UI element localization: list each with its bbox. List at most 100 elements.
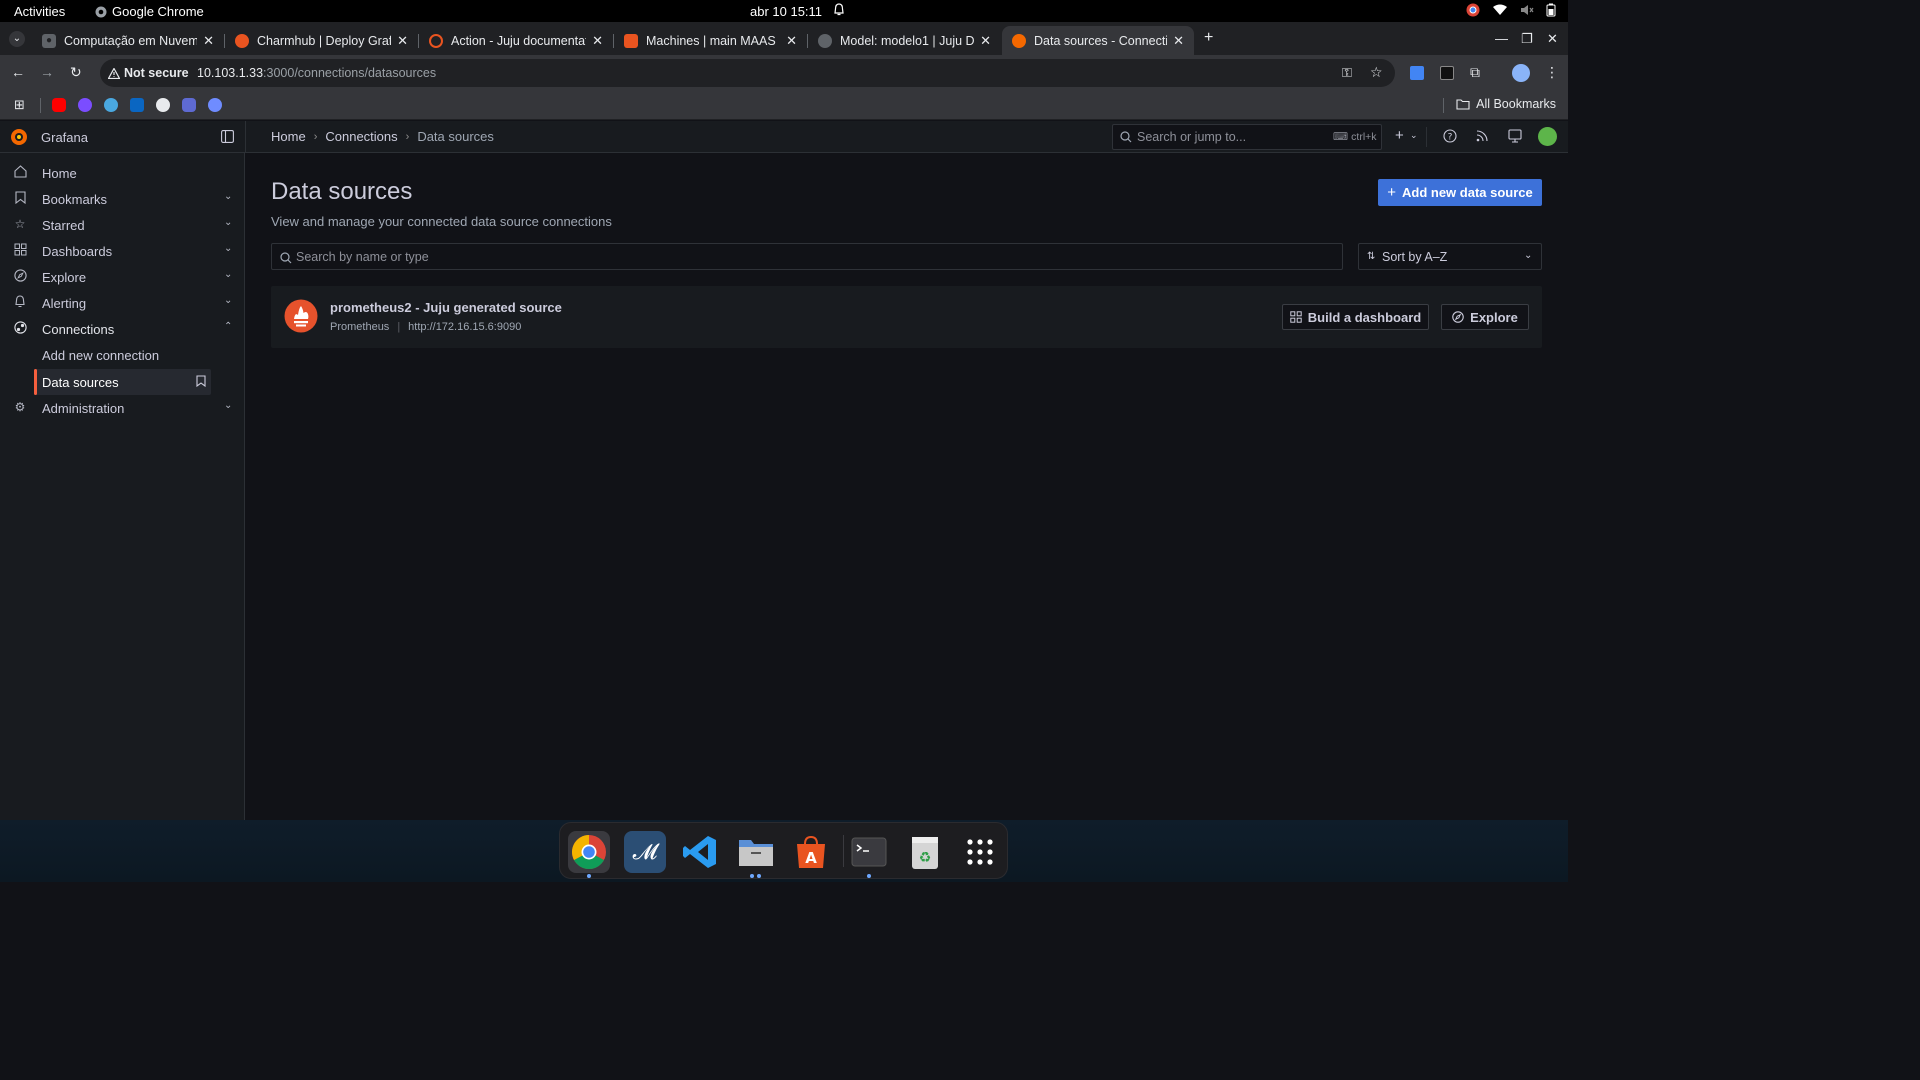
chevron-down-icon[interactable]: ⌄: [224, 191, 232, 202]
compass-icon: [13, 269, 27, 283]
help-icon[interactable]: ?: [1443, 129, 1457, 148]
chevron-down-icon[interactable]: ⌄: [224, 217, 232, 228]
sidebar-item-label: Add new connection: [42, 348, 160, 363]
tab-search-button[interactable]: ⌄: [9, 31, 25, 47]
back-icon[interactable]: ←: [11, 64, 25, 80]
system-tray[interactable]: [1466, 3, 1556, 17]
activities-button[interactable]: Activities: [14, 4, 65, 19]
translate-extension-icon[interactable]: [1410, 66, 1424, 80]
chrome-menu-icon[interactable]: ⋮: [1545, 64, 1559, 81]
chevron-down-icon[interactable]: ⌄: [224, 400, 232, 411]
sidebar-item-starred[interactable]: ☆ Starred ⌄: [0, 212, 244, 238]
apps-grid-icon[interactable]: ⊞: [14, 97, 25, 113]
sidebar-item-home[interactable]: Home: [0, 160, 244, 186]
user-avatar[interactable]: [1538, 127, 1557, 146]
chevron-down-icon[interactable]: ⌄: [224, 269, 232, 280]
breadcrumb-home[interactable]: Home: [271, 129, 306, 144]
bookmark-icon-6[interactable]: [182, 98, 196, 112]
tab-strip: ⌄ ● Computação em Nuvem ✕ Charmhub | Dep…: [0, 22, 1568, 55]
bookmark-star-icon[interactable]: ☆: [1370, 64, 1383, 81]
datasource-name[interactable]: prometheus2 - Juju generated source: [330, 300, 562, 315]
grafana-brand: Grafana: [41, 130, 88, 145]
dock-terminal[interactable]: [848, 831, 890, 873]
new-plus-icon[interactable]: +: [1395, 127, 1404, 144]
bookmark-icon[interactable]: [196, 375, 206, 390]
tab-juju-docs[interactable]: Action - Juju documentation ✕: [419, 26, 613, 55]
sidebar-item-data-sources[interactable]: Data sources: [34, 369, 211, 395]
forward-icon[interactable]: →: [40, 64, 54, 80]
close-icon[interactable]: ✕: [592, 33, 603, 49]
password-key-icon[interactable]: ⚿: [1342, 65, 1352, 81]
bookmark-separator: [40, 98, 41, 113]
clock[interactable]: abr 10 15:11: [750, 4, 822, 19]
chevron-down-icon[interactable]: ⌄: [224, 243, 232, 254]
sidebar-item-bookmarks[interactable]: Bookmarks ⌄: [0, 186, 244, 212]
battery-icon: [1546, 3, 1556, 17]
close-icon[interactable]: ✕: [203, 33, 214, 49]
new-tab-button[interactable]: +: [1204, 29, 1213, 47]
sidebar-item-alerting[interactable]: Alerting ⌄: [0, 290, 244, 316]
dock-chrome[interactable]: [568, 831, 610, 873]
minimize-icon[interactable]: —: [1495, 31, 1508, 46]
youtube-bookmark-icon[interactable]: [52, 98, 66, 112]
outlook-bookmark-icon[interactable]: [130, 98, 144, 112]
bookmark-icon-7[interactable]: [208, 98, 222, 112]
news-rss-icon[interactable]: [1476, 129, 1489, 147]
dock-app-center[interactable]: A: [790, 831, 832, 873]
dock-mysql-workbench[interactable]: 𝓜: [624, 831, 666, 873]
breadcrumb-connections[interactable]: Connections: [325, 129, 397, 144]
explore-button[interactable]: Explore: [1441, 304, 1529, 330]
bookmark-icon-2[interactable]: [78, 98, 92, 112]
close-icon[interactable]: ✕: [1173, 33, 1184, 49]
sidebar-item-administration[interactable]: ⚙ Administration ⌄: [0, 395, 244, 421]
security-indicator[interactable]: Not secure: [108, 66, 189, 80]
notification-bell-icon[interactable]: [833, 3, 845, 20]
restore-icon[interactable]: ❐: [1521, 31, 1533, 47]
dock-vscode[interactable]: [679, 831, 721, 873]
build-dashboard-button[interactable]: Build a dashboard: [1282, 304, 1429, 330]
url-text[interactable]: 10.103.1.33:3000/connections/datasources: [197, 66, 436, 80]
tab-computacao[interactable]: ● Computação em Nuvem ✕: [32, 26, 224, 55]
profile-avatar[interactable]: [1512, 64, 1530, 82]
close-icon[interactable]: ✕: [980, 33, 991, 49]
datasource-card[interactable]: prometheus2 - Juju generated source Prom…: [271, 286, 1542, 348]
extensions-puzzle-icon[interactable]: ⧉: [1470, 64, 1480, 81]
url-host: 10.103.1.33: [197, 66, 264, 80]
close-icon[interactable]: ✕: [397, 33, 408, 49]
add-new-data-source-button[interactable]: + Add new data source: [1378, 179, 1542, 206]
tab-maas[interactable]: Machines | main MAAS ✕: [614, 26, 807, 55]
tab-charmhub[interactable]: Charmhub | Deploy Grafana ✕: [225, 26, 418, 55]
dock-menu-icon[interactable]: [221, 130, 234, 148]
reload-icon[interactable]: ↻: [70, 64, 82, 81]
sort-select[interactable]: ⇅ Sort by A–Z ⌄: [1358, 243, 1542, 270]
datasource-search-input[interactable]: Search by name or type: [271, 243, 1343, 270]
chatgpt-bookmark-icon[interactable]: [156, 98, 170, 112]
window-close-icon[interactable]: ✕: [1547, 31, 1558, 47]
tab-juju-dashboard[interactable]: Model: modelo1 | Juju Dashboard ✕: [808, 26, 1001, 55]
close-icon[interactable]: ✕: [786, 33, 797, 49]
kiosk-monitor-icon[interactable]: [1508, 129, 1522, 148]
svg-text:?: ?: [1448, 133, 1453, 143]
address-bar[interactable]: Not secure 10.103.1.33:3000/connections/…: [100, 59, 1395, 87]
tab-data-sources[interactable]: Data sources - Connections ✕: [1002, 26, 1194, 55]
chevron-down-icon[interactable]: ⌄: [1410, 130, 1418, 141]
bookmark-icon-3[interactable]: [104, 98, 118, 112]
sidebar-item-explore[interactable]: Explore ⌄: [0, 264, 244, 290]
dock-files[interactable]: [735, 831, 777, 873]
dock-show-apps[interactable]: [959, 831, 1001, 873]
app-menu[interactable]: Google Chrome: [95, 4, 204, 19]
sidebar-item-add-new-connection[interactable]: Add new connection: [0, 342, 244, 368]
vscode-icon: [683, 836, 716, 868]
globe-icon: ●: [42, 33, 56, 48]
dock-trash[interactable]: ♻: [904, 831, 946, 873]
chevron-up-icon[interactable]: ⌃: [224, 321, 232, 332]
grafana-logo-icon[interactable]: [9, 127, 29, 152]
all-bookmarks-button[interactable]: All Bookmarks: [1456, 97, 1556, 111]
chevron-down-icon[interactable]: ⌄: [224, 295, 232, 306]
sidebar-item-connections[interactable]: Connections ⌃: [0, 316, 244, 342]
wifi-icon: [1493, 4, 1507, 15]
sidebar-item-label: Starred: [42, 218, 85, 233]
global-search-input[interactable]: Search or jump to... ⌨ ctrl+k: [1112, 124, 1382, 150]
extension-icon[interactable]: [1440, 66, 1454, 80]
sidebar-item-dashboards[interactable]: Dashboards ⌄: [0, 238, 244, 264]
